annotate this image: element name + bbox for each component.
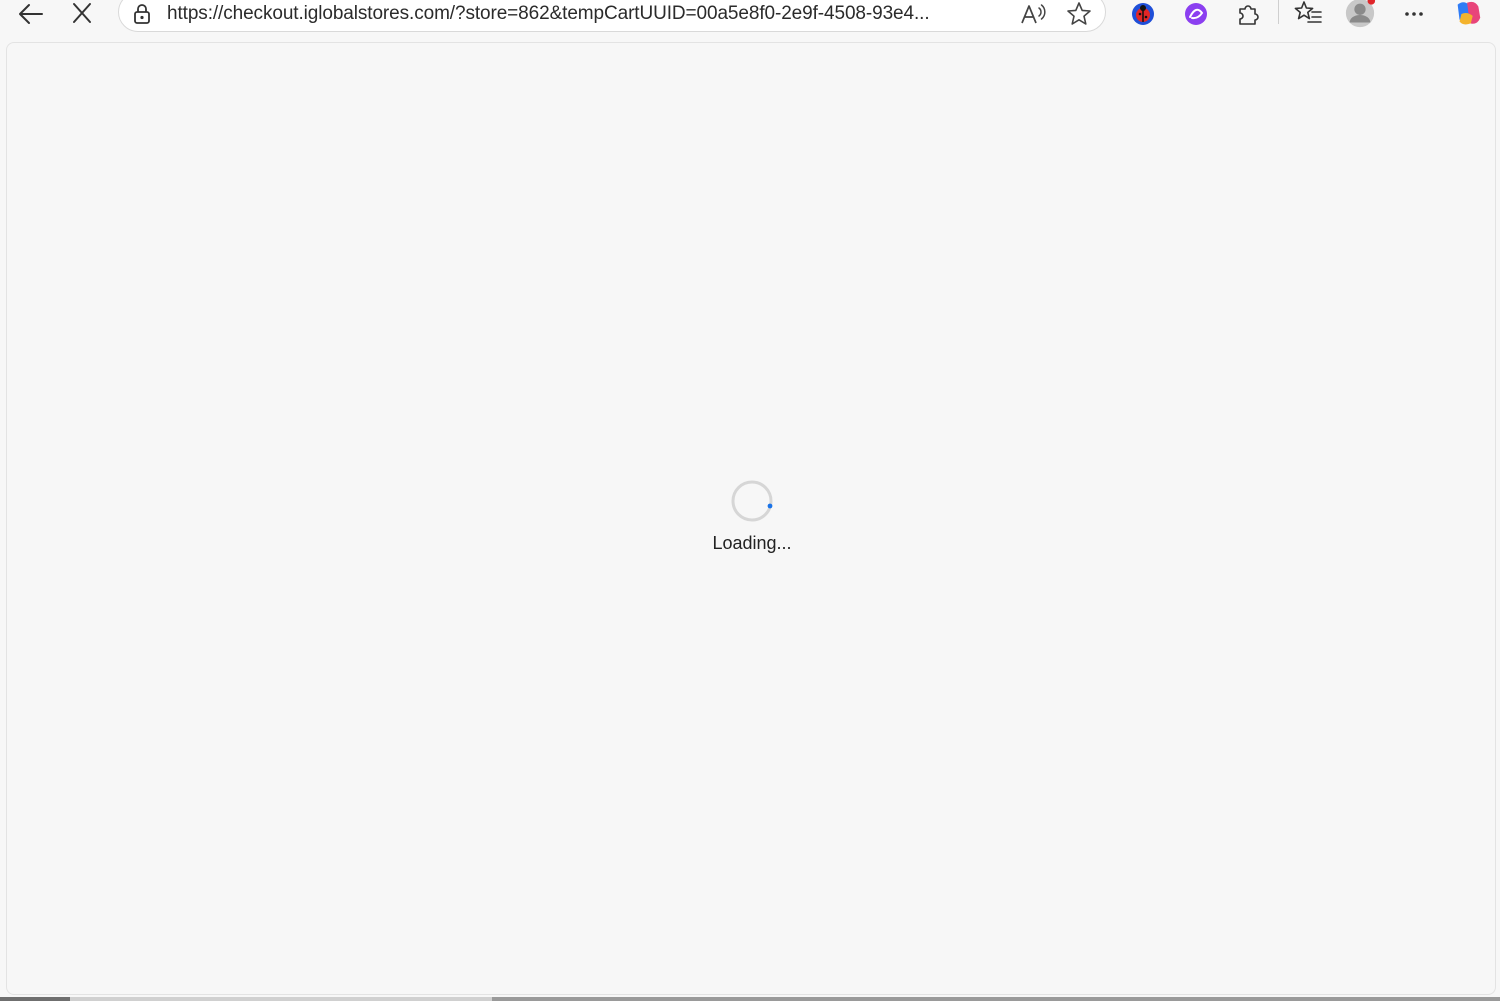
read-aloud-icon[interactable] — [1019, 1, 1047, 27]
favorites-list-icon[interactable] — [1292, 0, 1324, 28]
back-arrow-icon — [19, 4, 43, 24]
copilot-icon[interactable] — [1452, 0, 1484, 28]
address-bar[interactable]: https://checkout.iglobalstores.com/?stor… — [118, 0, 1106, 32]
loading-spinner-icon — [731, 480, 773, 522]
stop-loading-icon — [73, 3, 91, 23]
url-text[interactable]: https://checkout.iglobalstores.com/?stor… — [167, 3, 1007, 25]
ladybug-extension-icon[interactable] — [1127, 0, 1159, 28]
extensions-puzzle-icon[interactable] — [1232, 0, 1264, 28]
page-content: Loading... — [6, 42, 1496, 995]
back-button[interactable] — [12, 0, 48, 28]
window-bottom-edge — [0, 997, 1500, 1001]
loading-text: Loading... — [712, 533, 792, 553]
more-options-icon[interactable] — [1398, 0, 1430, 28]
browser-window: https://checkout.iglobalstores.com/?stor… — [0, 0, 1500, 1001]
toolbar-divider — [1278, 0, 1279, 24]
profile-avatar-icon[interactable] — [1344, 0, 1376, 28]
purple-extension-icon[interactable] — [1180, 0, 1212, 28]
loading-indicator: Loading... — [657, 479, 847, 559]
stop-loading-button[interactable] — [64, 0, 100, 28]
favorite-star-icon[interactable] — [1065, 1, 1093, 27]
browser-toolbar: https://checkout.iglobalstores.com/?stor… — [0, 0, 1500, 40]
lock-icon[interactable] — [131, 2, 153, 26]
